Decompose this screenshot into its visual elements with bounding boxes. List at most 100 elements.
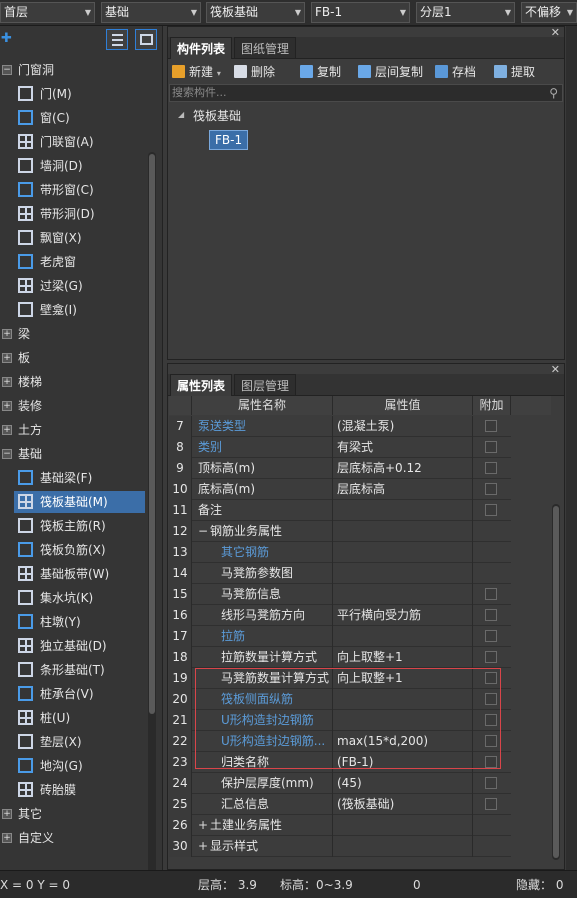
tree-item[interactable]: 地沟(G): [0, 755, 150, 777]
extract-button[interactable]: 提取: [494, 63, 535, 81]
property-name-cell[interactable]: 拉筋数量计算方式: [192, 647, 333, 668]
attach-checkbox[interactable]: [485, 735, 497, 747]
property-row[interactable]: 9 顶标高(m) 层底标高+0.12: [169, 458, 511, 479]
collapse-icon[interactable]: −: [2, 65, 12, 75]
property-value[interactable]: (45): [333, 773, 473, 794]
expand-icon[interactable]: +: [2, 401, 12, 411]
attach-checkbox[interactable]: [485, 777, 497, 789]
scrollbar-thumb[interactable]: [149, 154, 155, 714]
tree-item[interactable]: 门(M): [0, 83, 150, 105]
property-value[interactable]: [333, 542, 473, 563]
attach-checkbox[interactable]: [485, 504, 497, 516]
tree-item[interactable]: 垫层(X): [0, 731, 150, 753]
list-view-button[interactable]: [106, 29, 128, 50]
attach-checkbox[interactable]: [485, 483, 497, 495]
search-icon[interactable]: ⚲: [549, 85, 558, 101]
property-name-cell[interactable]: − 钢筋业务属性: [192, 521, 333, 542]
layer-select[interactable]: 分层1 ▼: [416, 2, 515, 23]
tree-item[interactable]: + 自定义: [0, 827, 150, 849]
tree-item[interactable]: + 梁: [0, 323, 150, 345]
tree-root-label[interactable]: 筏板基础: [193, 107, 241, 124]
floor-copy-button[interactable]: 层间复制: [358, 63, 423, 81]
property-value[interactable]: [333, 521, 473, 542]
delete-button[interactable]: 删除: [234, 63, 275, 81]
property-row[interactable]: 15 马凳筋信息: [169, 584, 511, 605]
property-row[interactable]: 25 汇总信息 (筏板基础): [169, 794, 511, 815]
expand-icon[interactable]: +: [2, 377, 12, 387]
tree-item[interactable]: + 其它: [0, 803, 150, 825]
tree-item[interactable]: + 土方: [0, 419, 150, 441]
property-name-cell[interactable]: 马凳筋数量计算方式: [192, 668, 333, 689]
offset-select[interactable]: 不偏移 ▼: [521, 2, 577, 23]
property-name-cell[interactable]: 保护层厚度(mm): [192, 773, 333, 794]
property-value[interactable]: 层底标高: [333, 479, 473, 500]
property-name-cell[interactable]: 汇总信息: [192, 794, 333, 815]
attach-checkbox[interactable]: [485, 798, 497, 810]
property-value[interactable]: 平行横向受力筋: [333, 605, 473, 626]
property-row[interactable]: 18 拉筋数量计算方式 向上取整+1: [169, 647, 511, 668]
property-name-cell[interactable]: 筏板侧面纵筋: [192, 689, 333, 710]
property-value[interactable]: [333, 563, 473, 584]
tree-item[interactable]: 筏板负筋(X): [0, 539, 150, 561]
attach-checkbox[interactable]: [485, 609, 497, 621]
attach-checkbox[interactable]: [485, 630, 497, 642]
archive-button[interactable]: 存档: [435, 63, 476, 81]
expand-icon[interactable]: +: [198, 840, 208, 852]
property-value[interactable]: [333, 689, 473, 710]
scrollbar-thumb[interactable]: [553, 506, 559, 858]
tree-item[interactable]: 筏板主筋(R): [0, 515, 150, 537]
collapse-icon[interactable]: −: [2, 449, 12, 459]
tree-item[interactable]: 筏板基础(M): [14, 491, 145, 513]
property-row[interactable]: 16 线形马凳筋方向 平行横向受力筋: [169, 605, 511, 626]
tree-item[interactable]: 砖胎膜: [0, 779, 150, 801]
tree-item[interactable]: 窗(C): [0, 107, 150, 129]
tree-item[interactable]: + 板: [0, 347, 150, 369]
property-row[interactable]: 30 + 显示样式: [169, 836, 511, 857]
property-row[interactable]: 24 保护层厚度(mm) (45): [169, 773, 511, 794]
tree-item[interactable]: 飘窗(X): [0, 227, 150, 249]
tree-item[interactable]: 墙洞(D): [0, 155, 150, 177]
property-name-cell[interactable]: 泵送类型: [192, 416, 333, 437]
property-row[interactable]: 14 马凳筋参数图: [169, 563, 511, 584]
property-name-cell[interactable]: 归类名称: [192, 752, 333, 773]
tree-item[interactable]: 老虎窗: [0, 251, 150, 273]
tree-item[interactable]: 门联窗(A): [0, 131, 150, 153]
attach-checkbox[interactable]: [485, 462, 497, 474]
tree-item[interactable]: 基础梁(F): [0, 467, 150, 489]
property-value[interactable]: (混凝土泵): [333, 416, 473, 437]
collapse-icon[interactable]: −: [198, 525, 208, 537]
property-row[interactable]: 26 + 土建业务属性: [169, 815, 511, 836]
tree-leaf-fb1[interactable]: FB-1: [209, 130, 249, 150]
tree-item[interactable]: 独立基础(D): [0, 635, 150, 657]
property-row[interactable]: 12− 钢筋业务属性: [169, 521, 511, 542]
expand-icon[interactable]: +: [2, 329, 12, 339]
tab-component-list[interactable]: 构件列表: [170, 37, 233, 59]
property-value[interactable]: [333, 836, 473, 857]
property-name-cell[interactable]: 顶标高(m): [192, 458, 333, 479]
expand-icon[interactable]: +: [2, 425, 12, 435]
tree-item[interactable]: + 装修: [0, 395, 150, 417]
property-row[interactable]: 17 拉筋: [169, 626, 511, 647]
panel-view-button[interactable]: [135, 29, 157, 50]
component-select[interactable]: FB-1 ▼: [311, 2, 410, 23]
attach-checkbox[interactable]: [485, 693, 497, 705]
property-row[interactable]: 20 筏板侧面纵筋: [169, 689, 511, 710]
property-name-cell[interactable]: U形构造封边钢筋...: [192, 731, 333, 752]
tree-item[interactable]: 带形洞(D): [0, 203, 150, 225]
copy-button[interactable]: 复制: [300, 63, 341, 81]
new-button[interactable]: 新建 ▾: [172, 63, 221, 81]
tree-item[interactable]: 过梁(G): [0, 275, 150, 297]
property-name-cell[interactable]: + 土建业务属性: [192, 815, 333, 836]
property-value[interactable]: 向上取整+1: [333, 647, 473, 668]
tree-item[interactable]: − 门窗洞: [0, 59, 150, 81]
property-name-cell[interactable]: 线形马凳筋方向: [192, 605, 333, 626]
tree-item[interactable]: 桩(U): [0, 707, 150, 729]
tab-layer-management[interactable]: 图层管理: [234, 374, 297, 396]
floor-select[interactable]: 首层 ▼: [0, 2, 95, 23]
tree-item[interactable]: 壁龛(I): [0, 299, 150, 321]
tree-item[interactable]: 桩承台(V): [0, 683, 150, 705]
property-row[interactable]: 10 底标高(m) 层底标高: [169, 479, 511, 500]
triangle-down-icon[interactable]: ◢: [178, 110, 184, 119]
property-value[interactable]: 向上取整+1: [333, 668, 473, 689]
attach-checkbox[interactable]: [485, 651, 497, 663]
